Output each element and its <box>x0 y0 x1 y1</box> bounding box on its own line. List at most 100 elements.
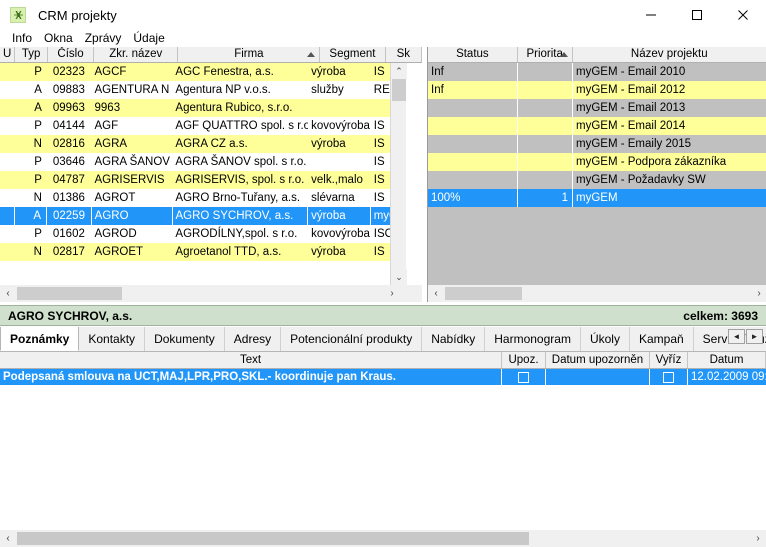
close-button[interactable] <box>720 0 766 30</box>
table-row[interactable]: Inf myGEM - Email 2012 <box>428 81 766 99</box>
maximize-button[interactable] <box>674 0 720 30</box>
cell-priorita: 1 <box>518 189 573 207</box>
table-row[interactable]: myGEM - Email 2013 <box>428 99 766 117</box>
column-header-datum[interactable]: Datum <box>688 352 766 368</box>
table-row[interactable]: P 04787 AGRISERVIS AGRISERVIS, spol. s r.o.… <box>0 171 406 189</box>
scroll-up-icon[interactable]: ⌃ <box>391 63 407 79</box>
column-header-datum-upozorneni[interactable]: Datum upozorněn <box>546 352 650 368</box>
horizontal-scroll-thumb[interactable] <box>445 287 522 300</box>
vertical-scroll-thumb[interactable] <box>392 79 406 101</box>
table-row[interactable]: A 09963 9963 Agentura Rubico, s.r.o. <box>0 99 406 117</box>
horizontal-scroll-thumb[interactable] <box>17 532 529 545</box>
column-header-cislo[interactable]: Číslo <box>48 47 95 62</box>
column-header-priorita[interactable]: Priorita <box>517 47 573 62</box>
column-header-nazev-projektu[interactable]: Název projektu <box>572 47 766 62</box>
companies-vertical-scrollbar[interactable]: ⌃ ⌄ <box>390 63 407 285</box>
menu-item-okna[interactable]: Okna <box>38 30 79 47</box>
checkbox-vyriz[interactable] <box>663 371 674 383</box>
scroll-right-icon[interactable]: › <box>751 285 766 302</box>
tab-koly[interactable]: Úkoly <box>580 327 630 351</box>
table-row[interactable]: Podepsaná smlouva na UCT,MAJ,LPR,PRO,SKL… <box>0 369 766 385</box>
scroll-down-icon[interactable]: ⌄ <box>391 269 407 285</box>
column-header-firma[interactable]: Firma <box>178 47 321 62</box>
cell-u <box>0 225 15 243</box>
cell-u <box>0 171 15 189</box>
projects-grid-body[interactable]: Inf myGEM - Email 2010 Inf myGEM - Email 20… <box>428 63 766 285</box>
horizontal-scroll-thumb[interactable] <box>17 287 122 300</box>
table-row[interactable]: myGEM - Emaily 2015 <box>428 135 766 153</box>
table-row[interactable]: P 04144 AGF AGF QUATTRO spol. s r.o. kovovýr… <box>0 117 406 135</box>
table-row-empty <box>428 225 766 243</box>
tab-potencion-ln-produkty[interactable]: Potencionální produkty <box>281 327 423 351</box>
table-row[interactable]: N 02817 AGROET Agroetanol TTD, a.s. výroba IS <box>0 243 406 261</box>
companies-horizontal-scrollbar[interactable]: ‹ › <box>0 285 422 302</box>
scroll-right-icon[interactable]: › <box>750 530 766 547</box>
table-row[interactable]: Inf myGEM - Email 2010 <box>428 63 766 81</box>
tab-adresy[interactable]: Adresy <box>224 327 282 351</box>
table-row[interactable]: N 02816 AGRA AGRA CZ a.s. výroba IS <box>0 135 406 153</box>
table-row[interactable]: P 03646 AGRA ŠANOV AGRA ŠANOV spol. s r.o. I… <box>0 153 406 171</box>
tab-kontakty[interactable]: Kontakty <box>79 327 146 351</box>
column-header-u[interactable]: U <box>0 47 16 62</box>
cell-typ: P <box>34 120 42 132</box>
notes-grid-body[interactable]: Podepsaná smlouva na UCT,MAJ,LPR,PRO,SKL… <box>0 369 766 514</box>
cell-u <box>0 63 15 81</box>
companies-grid-body[interactable]: P 02323 AGCF AGC Fenestra, a.s. výroba IS A 098… <box>0 63 406 285</box>
cell-u <box>0 189 15 207</box>
column-header-status[interactable]: Status <box>428 47 518 62</box>
detail-tab-bar[interactable]: Poznámky Kontakty Dokumenty Adresy Potencion… <box>0 327 766 352</box>
table-row[interactable]: A 02259 AGRO AGRO SYCHROV, a.s. výroba myG <box>0 207 406 225</box>
cell-nazev: myGEM - Email 2010 <box>576 66 686 78</box>
menu-item-zpravy[interactable]: Zprávy <box>79 30 128 47</box>
cell-zkr: AGENTURA N <box>94 84 170 96</box>
menu-item-info[interactable]: Info <box>6 30 38 47</box>
scroll-left-icon[interactable]: ‹ <box>428 285 444 302</box>
cell-cislo: 02323 <box>52 66 85 78</box>
menu-item-udaje[interactable]: Údaje <box>127 30 170 47</box>
tab-pozn-mky[interactable]: Poznámky <box>0 327 80 351</box>
minimize-button[interactable] <box>628 0 674 30</box>
tab-harmonogram[interactable]: Harmonogram <box>485 327 581 351</box>
column-header-typ[interactable]: Typ <box>15 47 48 62</box>
table-row-empty <box>428 261 766 279</box>
table-row[interactable]: P 02323 AGCF AGC Fenestra, a.s. výroba IS <box>0 63 406 81</box>
notes-grid-header: Text Upoz. Datum upozorněn Vyříz Datum <box>0 352 766 369</box>
column-header-zkr-nazev[interactable]: Zkr. název <box>94 47 179 62</box>
scroll-left-icon[interactable]: ‹ <box>0 285 16 302</box>
tab-kampa[interactable]: Kampaň <box>629 327 694 351</box>
selected-company-status-bar: AGRO SYCHROV, a.s. celkem: 3693 <box>0 305 766 326</box>
tab-nab-dky[interactable]: Nabídky <box>422 327 486 351</box>
cell-datum: 12.02.2009 09:2 <box>691 371 766 383</box>
scroll-left-icon[interactable]: ‹ <box>0 530 16 547</box>
table-row[interactable]: 100% 1 myGEM <box>428 189 766 207</box>
table-row[interactable]: N 01386 AGROT AGRO Brno-Tuřany, a.s. slévarn… <box>0 189 406 207</box>
cell-zkr: AGRA ŠANOV <box>94 156 170 168</box>
column-header-segment[interactable]: Segment <box>320 47 386 62</box>
table-row[interactable]: myGEM - Email 2014 <box>428 117 766 135</box>
tab-scroll-spinner[interactable]: ◄ ► <box>728 329 764 344</box>
table-row[interactable]: P 01602 AGROD AGRODÍLNY,spol. s r.o. kovovýr… <box>0 225 406 243</box>
column-header-vyriz[interactable]: Vyříz <box>650 352 688 368</box>
tab-dokumenty[interactable]: Dokumenty <box>145 327 225 351</box>
tab-scroll-left-button[interactable]: ◄ <box>728 329 745 344</box>
table-row[interactable]: myGEM - Podpora zákazníka <box>428 153 766 171</box>
column-header-sk[interactable]: Sk <box>385 47 422 62</box>
table-row[interactable]: myGEM - Požadavky SW <box>428 171 766 189</box>
cell-firma: AGC Fenestra, a.s. <box>175 66 274 78</box>
cell-u <box>0 117 15 135</box>
table-row[interactable]: A 09883 AGENTURA N Agentura NP v.o.s. služby… <box>0 81 406 99</box>
projects-horizontal-scrollbar[interactable]: ‹ › <box>428 285 766 302</box>
cell-zkr: AGROD <box>94 228 137 240</box>
cell-segment <box>308 99 371 117</box>
scroll-right-icon[interactable]: › <box>384 285 400 302</box>
cell-segment: velk.,malo <box>311 174 363 186</box>
cell-u <box>0 207 16 225</box>
cell-firma: Agroetanol TTD, a.s. <box>175 246 282 258</box>
cell-typ: A <box>34 102 42 114</box>
checkbox-upoz[interactable] <box>518 371 529 383</box>
cell-typ: N <box>33 192 42 204</box>
tab-scroll-right-button[interactable]: ► <box>746 329 763 344</box>
column-header-upoz[interactable]: Upoz. <box>502 352 546 368</box>
notes-horizontal-scrollbar[interactable]: ‹ › <box>0 530 766 547</box>
column-header-text[interactable]: Text <box>0 352 502 368</box>
